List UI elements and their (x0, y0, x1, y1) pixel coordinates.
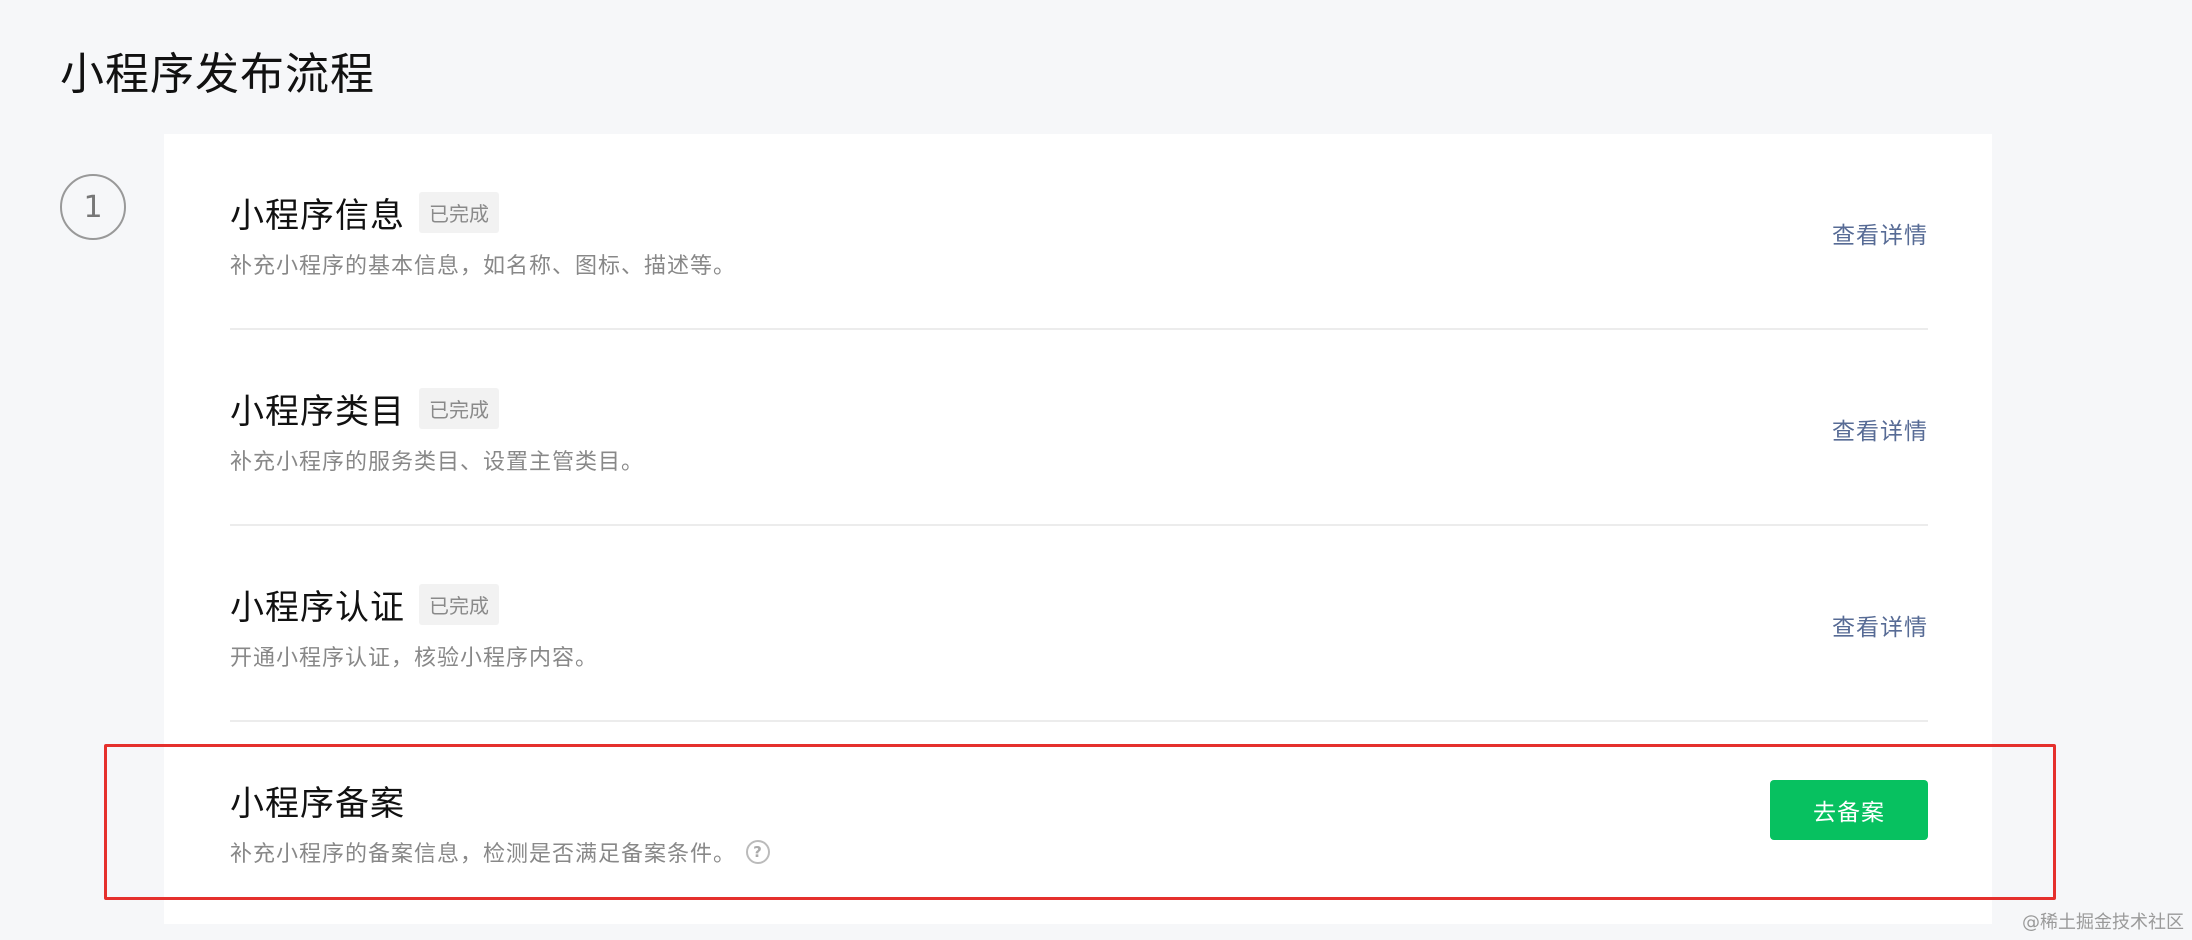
section-header: 小程序信息 已完成 (230, 188, 499, 237)
section-info: 小程序信息 已完成 补充小程序的基本信息，如名称、图标、描述等。 查看详情 (230, 134, 1928, 330)
view-details-link[interactable]: 查看详情 (1832, 412, 1928, 446)
section-title: 小程序备案 (230, 784, 405, 824)
section-description: 开通小程序认证，核验小程序内容。 (230, 646, 599, 671)
section-description: 补充小程序的服务类目、设置主管类目。 (230, 450, 645, 475)
question-circle-icon[interactable]: ? (746, 840, 771, 864)
section-title: 小程序认证 (230, 588, 405, 628)
section-filing: 小程序备案 补充小程序的备案信息，检测是否满足备案条件。 ? 去备案 (230, 722, 1928, 918)
view-details-link[interactable]: 查看详情 (1832, 608, 1928, 642)
view-details-link[interactable]: 查看详情 (1832, 216, 1928, 250)
status-badge: 已完成 (419, 584, 499, 625)
status-badge: 已完成 (419, 192, 499, 233)
status-badge: 已完成 (419, 388, 499, 429)
go-filing-button[interactable]: 去备案 (1770, 780, 1928, 840)
step-number-badge: 1 (60, 174, 126, 240)
page: 小程序发布流程 1 小程序信息 已完成 补充小程序的基本信息，如名称、图标、描述… (0, 0, 2192, 940)
section-title: 小程序信息 (230, 196, 405, 236)
section-description: 补充小程序的基本信息，如名称、图标、描述等。 (230, 254, 737, 279)
section-title: 小程序类目 (230, 392, 405, 432)
watermark: @稀土掘金技术社区 (2022, 912, 2184, 933)
page-title: 小程序发布流程 (60, 49, 375, 100)
section-category: 小程序类目 已完成 补充小程序的服务类目、设置主管类目。 查看详情 (230, 330, 1928, 526)
section-description: 补充小程序的备案信息，检测是否满足备案条件。 (230, 842, 737, 867)
section-verification: 小程序认证 已完成 开通小程序认证，核验小程序内容。 查看详情 (230, 526, 1928, 722)
section-header: 小程序类目 已完成 (230, 384, 499, 433)
section-description-row: 补充小程序的备案信息，检测是否满足备案条件。 ? (230, 836, 771, 868)
section-header: 小程序认证 已完成 (230, 580, 499, 629)
section-header: 小程序备案 (230, 776, 405, 825)
publish-steps-card: 小程序信息 已完成 补充小程序的基本信息，如名称、图标、描述等。 查看详情 小程… (164, 134, 1992, 924)
